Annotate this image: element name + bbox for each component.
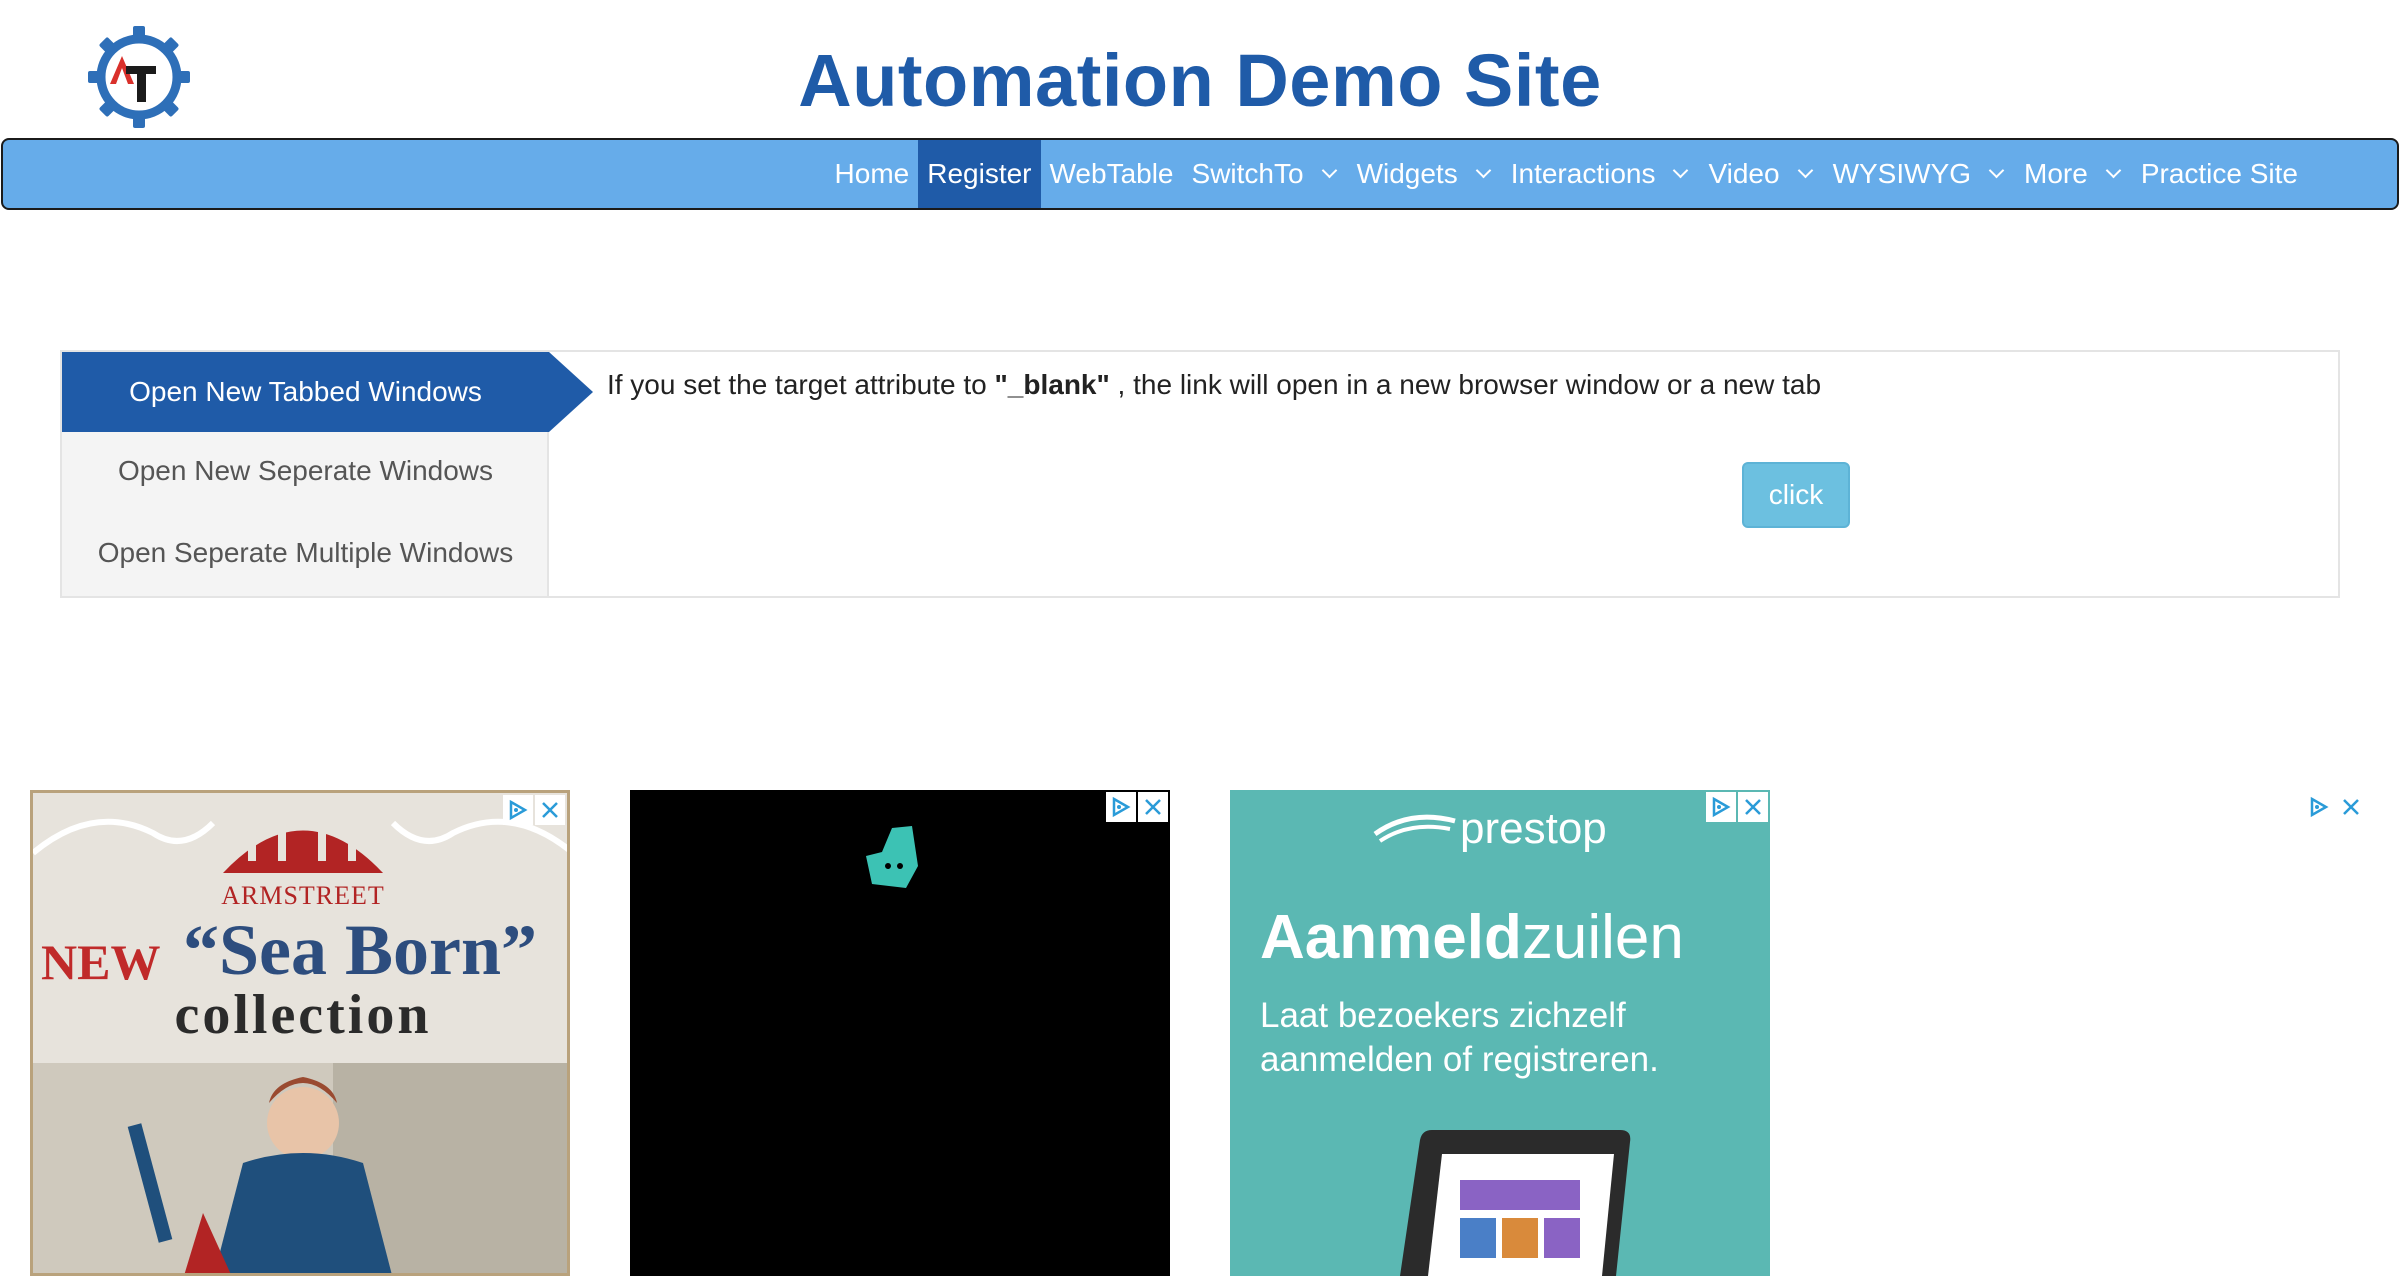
ad-close-icon[interactable]: [1738, 792, 1768, 822]
ad-close-icon[interactable]: [1138, 792, 1168, 822]
tab-description: If you set the target attribute to "_bla…: [549, 364, 1879, 405]
nav-practice-site[interactable]: Practice Site: [2132, 140, 2307, 208]
nav-more[interactable]: More: [2015, 140, 2132, 208]
ad-close-icon[interactable]: [2336, 792, 2366, 822]
description-text-end: , the link will open in a new browser wi…: [1109, 369, 1822, 400]
ad-controls: [1706, 792, 1768, 822]
prestop-swoosh-icon: [1373, 814, 1456, 843]
nav-practice-site-label: Practice Site: [2140, 158, 2298, 189]
nav-wysiwyg[interactable]: WYSIWYG: [1824, 140, 2015, 208]
nav-menu: Home Register WebTable SwitchTo Widgets …: [826, 140, 2307, 208]
nav-video[interactable]: Video: [1699, 140, 1823, 208]
headline-bold: Aanmeld: [1260, 903, 1522, 972]
nav-home[interactable]: Home: [826, 140, 919, 208]
nav-video-label: Video: [1708, 158, 1780, 189]
site-title: Automation Demo Site: [798, 39, 1602, 122]
nav-interactions-label: Interactions: [1510, 158, 1656, 189]
nav-webtable-label: WebTable: [1049, 158, 1174, 189]
nav-register-label: Register: [927, 158, 1032, 189]
ad-headline: “Sea Born”: [183, 910, 538, 990]
tab-content: If you set the target attribute to "_bla…: [549, 352, 2338, 596]
description-blank-keyword: "_blank": [994, 369, 1110, 400]
ad-controls: [1106, 792, 1168, 822]
nav-widgets-label: Widgets: [1356, 158, 1458, 189]
ad-brand-armstreet: ARMSTREET: [221, 881, 385, 910]
chevron-down-icon: [1797, 162, 1813, 178]
prestop-logo: prestop: [1370, 804, 1607, 854]
tab-open-new-tabbed-windows[interactable]: Open New Tabbed Windows: [62, 352, 549, 432]
ad-subline: Laat bezoekers zichzelf aanmelden of reg…: [1260, 996, 1659, 1079]
chevron-down-icon: [1673, 162, 1689, 178]
headline-rest: zuilen: [1521, 903, 1684, 972]
tab-open-seperate-multiple-windows[interactable]: Open Seperate Multiple Windows: [62, 528, 549, 578]
ad-tablet-image: [1400, 1130, 1631, 1276]
ad-choices-icon[interactable]: [1706, 792, 1736, 822]
tab-label: Open New Seperate Windows: [117, 455, 494, 486]
tab-list: Open New Tabbed Windows Open New Seperat…: [62, 352, 549, 596]
description-text-start: If you set the target attribute to: [606, 369, 995, 400]
chevron-down-icon: [1321, 162, 1337, 178]
ad-choices-icon[interactable]: [1106, 792, 1136, 822]
tab-label: Open New Tabbed Windows: [129, 376, 482, 407]
ad-banner-deliveroo[interactable]: [630, 790, 1170, 1276]
ad-ornament-graphic: [33, 818, 567, 873]
ad-controls: [503, 795, 565, 825]
chevron-down-icon: [1988, 162, 2005, 178]
ad-close-icon[interactable]: [535, 795, 565, 825]
ad-model-image: [33, 1063, 567, 1273]
nav-more-label: More: [2024, 158, 2088, 189]
nav-webtable[interactable]: WebTable: [1041, 140, 1183, 208]
click-button[interactable]: click: [1742, 462, 1850, 528]
windows-tabs-panel: Open New Tabbed Windows Open New Seperat…: [60, 350, 2340, 598]
main-navbar: Home Register WebTable SwitchTo Widgets …: [1, 138, 2399, 210]
ad-headline: Aanmeldzuilen: [1260, 902, 1684, 973]
chevron-down-icon: [2105, 162, 2122, 178]
nav-register[interactable]: Register: [918, 140, 1041, 208]
prestop-brand: prestop: [1460, 804, 1607, 853]
nav-switchto-label: SwitchTo: [1191, 158, 1304, 189]
tab-open-new-seperate-windows[interactable]: Open New Seperate Windows: [62, 446, 549, 496]
nav-switchto[interactable]: SwitchTo: [1183, 140, 1348, 208]
chevron-down-icon: [1475, 162, 1491, 178]
nav-widgets[interactable]: Widgets: [1348, 140, 1502, 208]
ad-banner-prestop[interactable]: prestop Aanmeldzuilen Laat bezoekers zic…: [1230, 790, 1770, 1276]
site-header: Automation Demo Site: [0, 0, 2400, 136]
ad-subline: collection: [174, 984, 432, 1046]
nav-home-label: Home: [834, 158, 910, 189]
ad-banner-armstreet[interactable]: ARMSTREET NEW “Sea Born” collection: [30, 790, 570, 1276]
tab-label: Open Seperate Multiple Windows: [97, 537, 514, 568]
nav-wysiwyg-label: WYSIWYG: [1832, 158, 1972, 189]
ad-choices-icon[interactable]: [503, 795, 533, 825]
nav-interactions[interactable]: Interactions: [1502, 140, 1700, 208]
ad-slot-4-controls: [2304, 792, 2366, 822]
ad-choices-icon[interactable]: [2304, 792, 2334, 822]
deliveroo-logo-icon: [866, 826, 918, 888]
